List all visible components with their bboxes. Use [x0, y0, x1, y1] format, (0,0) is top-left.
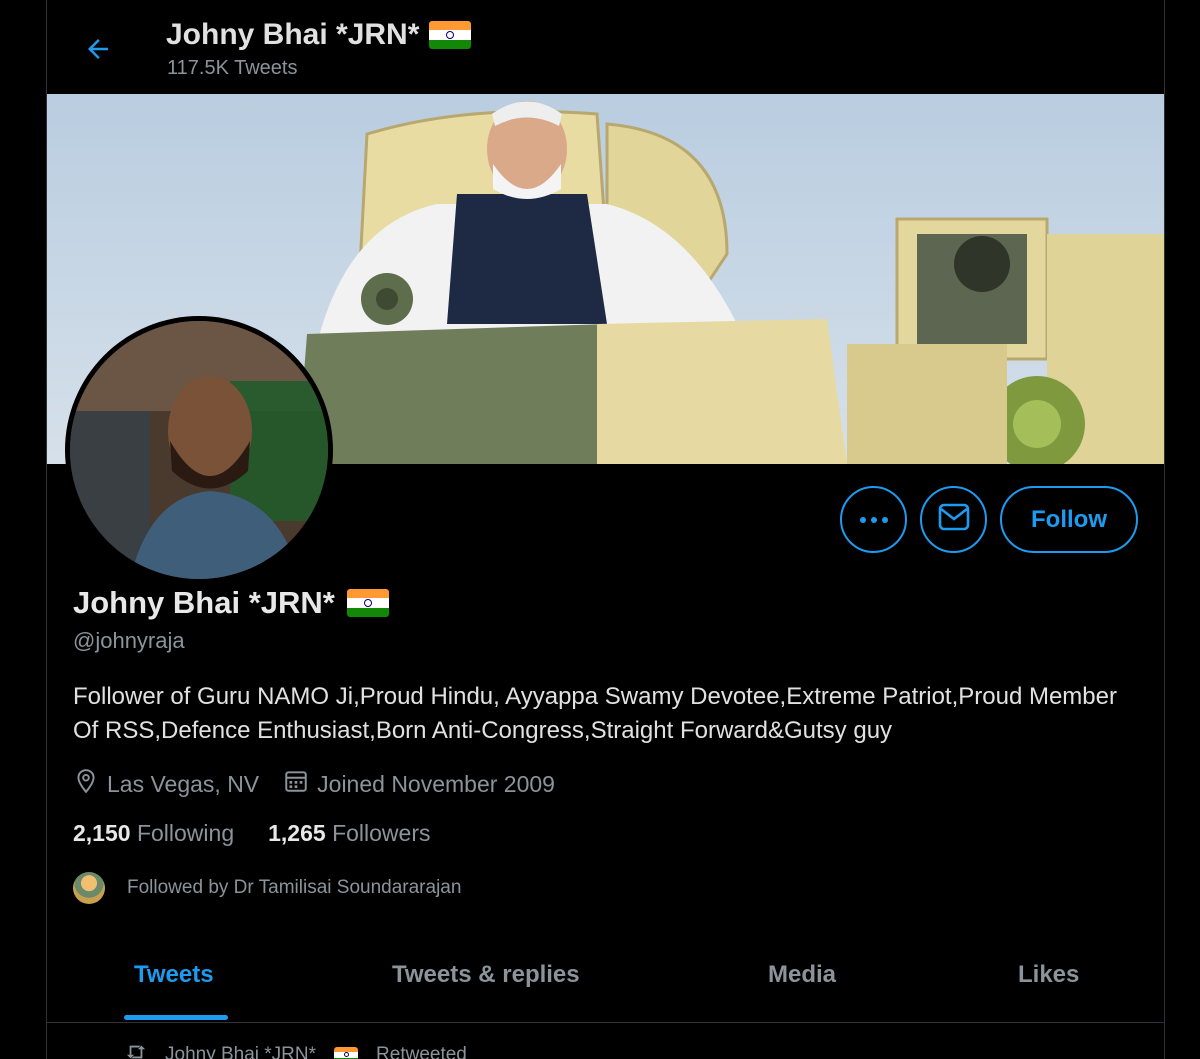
- followers-count: 1,265: [268, 820, 326, 846]
- joined-text: Joined November 2009: [317, 770, 555, 797]
- profile-display-name: Johny Bhai *JRN*: [73, 585, 335, 620]
- header-display-name: Johny Bhai *JRN*: [166, 18, 420, 51]
- profile-name: Johny Bhai *JRN*: [73, 585, 389, 621]
- follower-avatar: [73, 872, 105, 904]
- following-count: 2,150: [73, 820, 131, 846]
- retweet-icon: [125, 1042, 147, 1059]
- location-item: Las Vegas, NV: [73, 768, 259, 800]
- more-icon: [859, 511, 889, 529]
- message-button[interactable]: [920, 486, 987, 553]
- profile-meta: Las Vegas, NV Joined November 2009: [73, 768, 579, 800]
- followed-by-link[interactable]: Followed by Dr Tamilisai Soundararajan: [73, 872, 461, 904]
- followers-label: Followers: [332, 820, 431, 846]
- followed-by-text: Followed by Dr Tamilisai Soundararajan: [127, 877, 462, 898]
- retweet-name[interactable]: Johny Bhai *JRN*: [165, 1044, 316, 1059]
- tab-media[interactable]: Media: [768, 961, 836, 989]
- header-title: Johny Bhai *JRN*: [166, 18, 472, 52]
- more-options-button[interactable]: [840, 486, 907, 553]
- follow-button[interactable]: Follow: [1000, 486, 1138, 553]
- tab-likes[interactable]: Likes: [1018, 961, 1079, 989]
- header-tweet-count: 117.5K Tweets: [167, 57, 298, 79]
- active-tab-indicator: [124, 1015, 228, 1020]
- following-link[interactable]: 2,150 Following: [73, 820, 234, 847]
- india-flag-emoji: [346, 589, 389, 617]
- location-text: Las Vegas, NV: [107, 770, 260, 797]
- retweet-context: Johny Bhai *JRN* Retweeted: [125, 1042, 467, 1059]
- mail-icon: [938, 503, 970, 536]
- retweet-label: Retweeted: [376, 1044, 467, 1059]
- calendar-icon: [283, 768, 309, 800]
- profile-tabs: Tweets Tweets & replies Media Likes: [47, 945, 1164, 1023]
- joined-item: Joined November 2009: [283, 768, 555, 800]
- profile-avatar[interactable]: [65, 316, 333, 584]
- india-flag-emoji: [429, 21, 472, 49]
- tab-tweets-replies[interactable]: Tweets & replies: [392, 961, 580, 989]
- back-arrow-icon[interactable]: [81, 32, 115, 66]
- india-flag-emoji: [334, 1046, 359, 1059]
- location-icon: [73, 768, 99, 800]
- tab-tweets[interactable]: Tweets: [134, 961, 214, 989]
- profile-handle: @johnyraja: [73, 628, 185, 653]
- follow-counts: 2,150 Following 1,265 Followers: [73, 820, 464, 847]
- followers-link[interactable]: 1,265 Followers: [268, 820, 430, 847]
- profile-bio: Follower of Guru NAMO Ji,Proud Hindu, Ay…: [73, 683, 1117, 744]
- following-label: Following: [136, 820, 235, 846]
